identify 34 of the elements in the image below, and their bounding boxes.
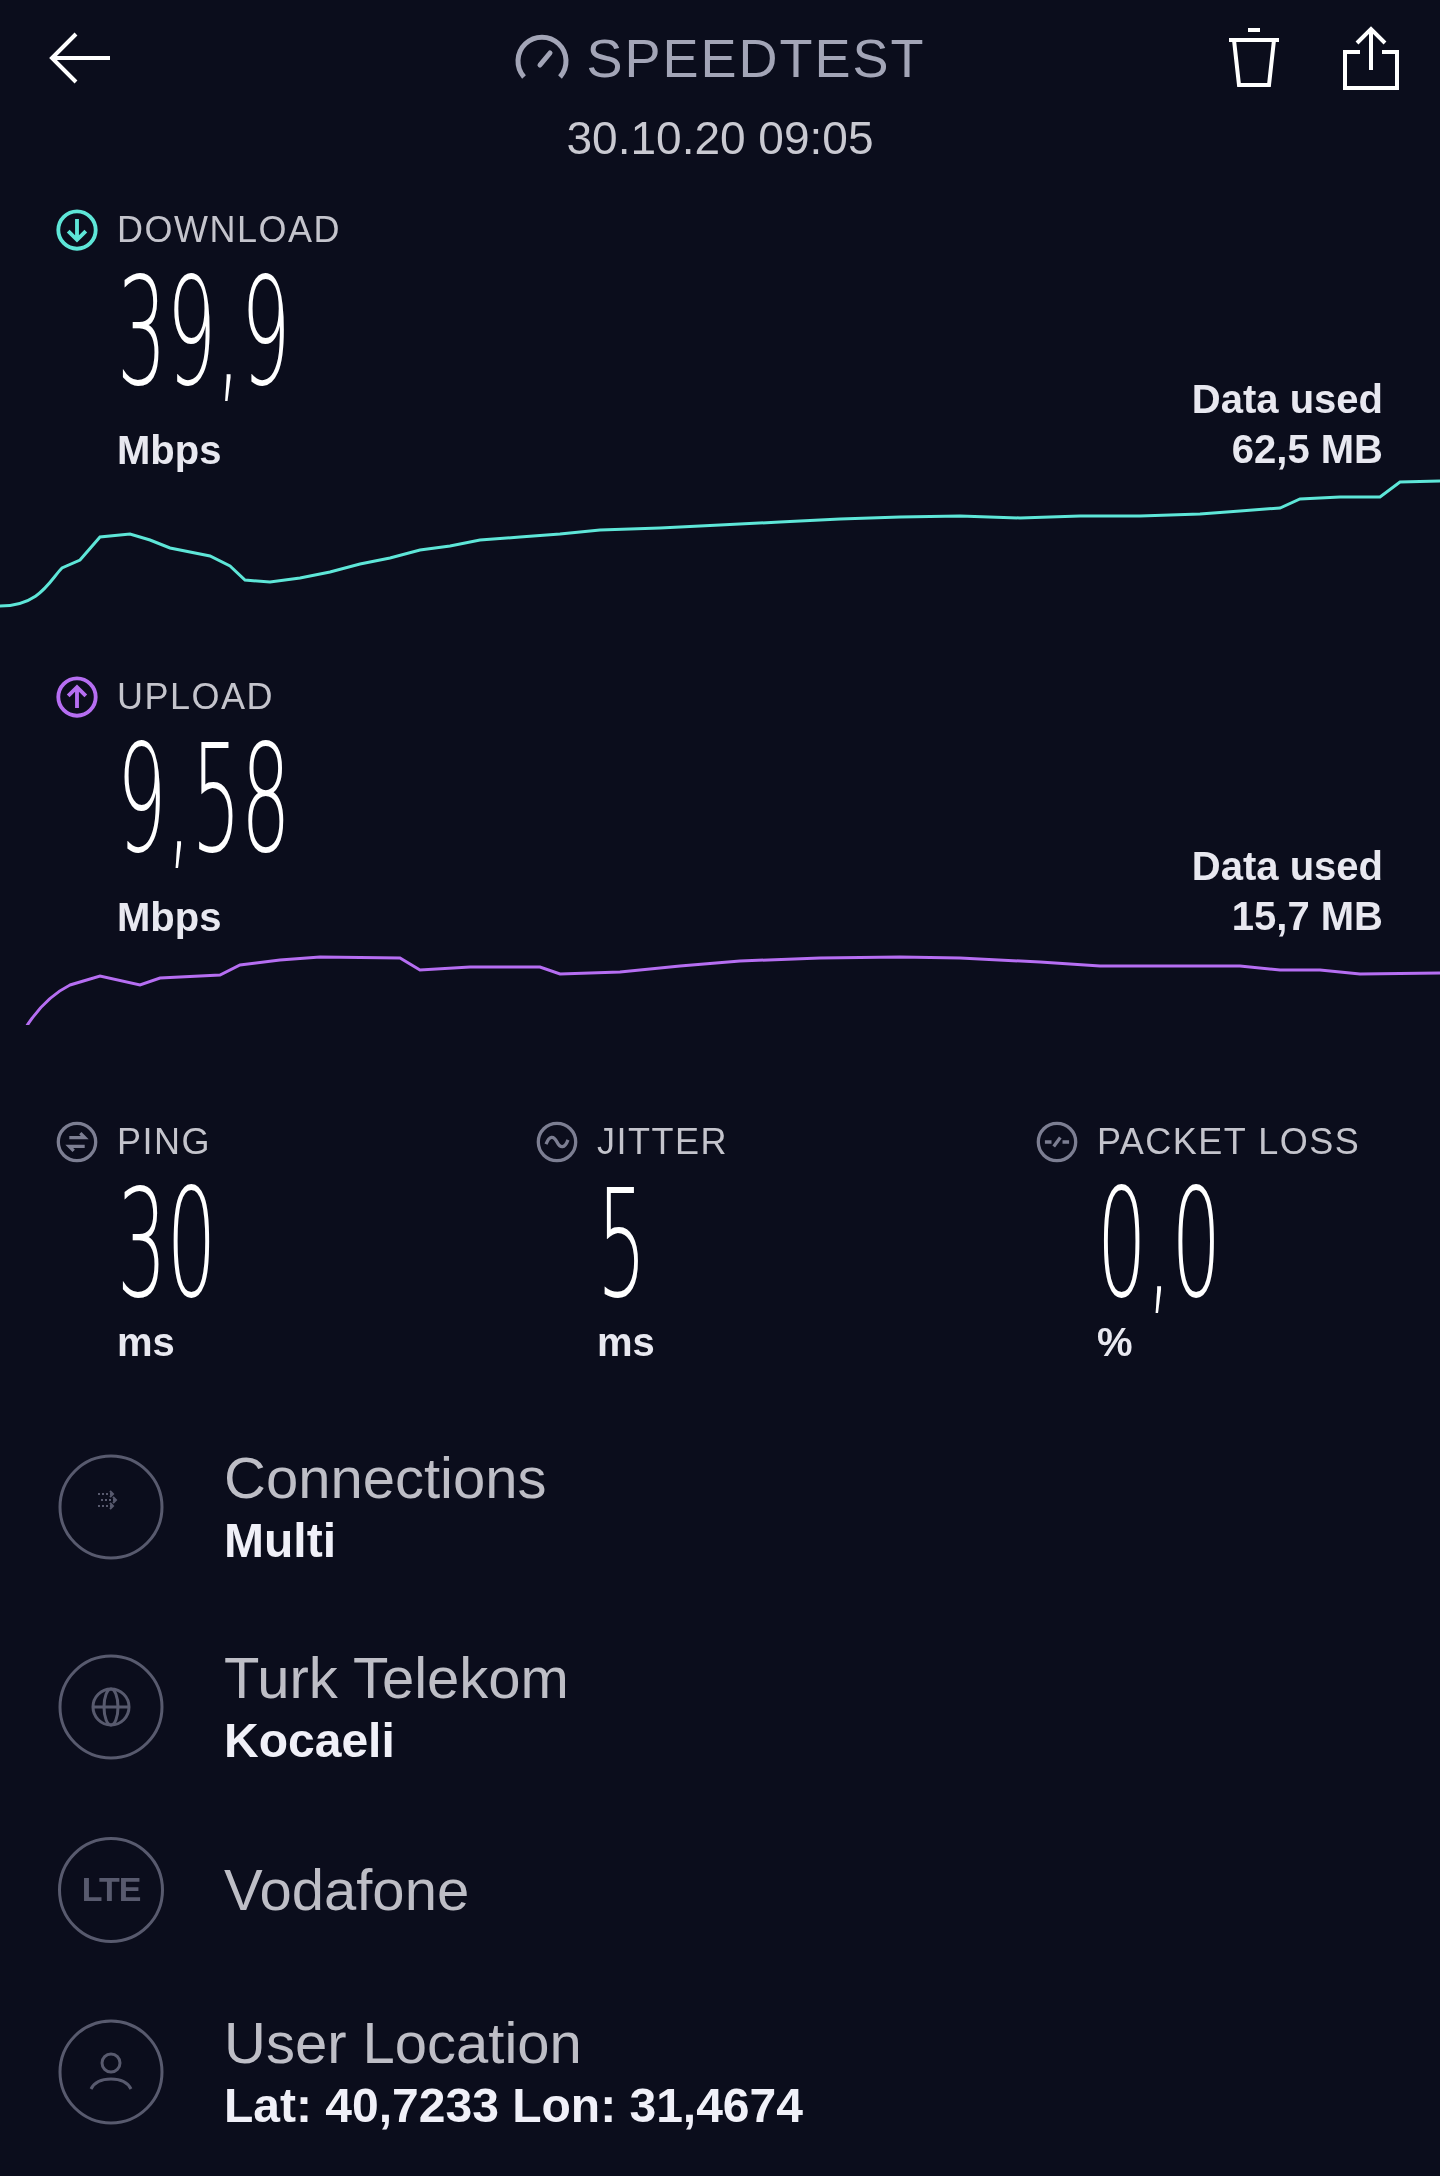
metric-label: PACKET LOSS (1097, 1121, 1361, 1163)
detail-title: Connections (224, 1444, 547, 1512)
test-label: DOWNLOAD (117, 209, 341, 251)
speed-value: 9,58 (117, 719, 291, 879)
trash-icon (1226, 27, 1282, 89)
share-icon (1342, 26, 1400, 90)
detail-title: Vodafone (224, 1855, 470, 1924)
back-button[interactable] (48, 30, 112, 86)
detail-value: Kocaeli (224, 1713, 396, 1769)
detail-value: Lat: 40,7233 Lon: 31,4674 (224, 2078, 803, 2134)
arrows-icon (55, 1120, 99, 1164)
person-icon (58, 2019, 164, 2125)
speed-unit: Mbps (117, 894, 222, 941)
back-arrow-icon (48, 30, 112, 86)
data-used-label: Data used (1191, 376, 1383, 423)
metric-label: JITTER (597, 1121, 728, 1163)
data-used-value: 62,5 MB (1231, 426, 1383, 473)
app-title: SPEEDTEST (586, 27, 926, 90)
arrows-icon (58, 1454, 164, 1560)
speed-value: 39,9 (117, 252, 291, 412)
speed-unit: Mbps (117, 427, 222, 474)
data-used-value: 15,7 MB (1231, 893, 1383, 940)
delete-button[interactable] (1226, 27, 1282, 89)
test-label: UPLOAD (117, 676, 275, 718)
metric-label: PING (117, 1121, 211, 1163)
test-date: 30.10.20 09:05 (566, 111, 874, 166)
detail-title: User Location (224, 2009, 583, 2077)
data-used-label: Data used (1191, 843, 1383, 890)
detail-value: Multi (224, 1513, 337, 1569)
detail-title: Turk Telekom (224, 1644, 569, 1712)
globe-icon (58, 1654, 164, 1760)
share-button[interactable] (1342, 26, 1400, 90)
network-type-badge: LTE (58, 1836, 164, 1943)
wave-icon (535, 1120, 579, 1164)
